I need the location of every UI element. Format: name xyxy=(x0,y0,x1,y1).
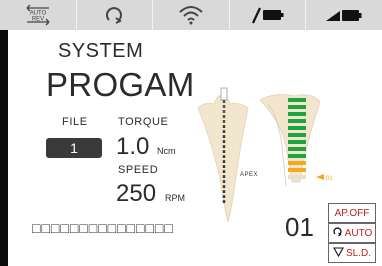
torque-unit: Ncm xyxy=(157,146,176,156)
file-number: 01 xyxy=(285,212,314,242)
top-toolbar: AUTO REV xyxy=(0,0,382,30)
apex-bar xyxy=(288,147,306,151)
apex-bar xyxy=(288,105,306,109)
apex-bar xyxy=(288,98,306,102)
screen-edge xyxy=(0,30,8,266)
triangle-down-icon xyxy=(333,246,344,260)
rotate-icon xyxy=(106,7,123,24)
auto-reverse-icon: AUTO REV xyxy=(26,4,50,26)
handpiece-battery-icon xyxy=(326,10,362,21)
torque-value[interactable]: 1.0 xyxy=(116,133,149,161)
status-message: □□□□□□□□□□□□□□□ xyxy=(32,220,174,236)
file-battery-icon xyxy=(251,7,284,24)
apex-marker-label: 01 xyxy=(326,176,333,182)
speed-value[interactable]: 250 xyxy=(116,180,156,208)
auto-button[interactable]: AUTO xyxy=(328,223,376,243)
file-selector[interactable]: 1 xyxy=(46,138,102,158)
torque-label: TORQUE xyxy=(118,116,169,128)
file-label: FILE xyxy=(62,116,88,128)
apex-bar xyxy=(288,161,306,165)
rotate-icon xyxy=(332,226,343,240)
wifi-button[interactable] xyxy=(153,0,230,30)
wifi-icon xyxy=(179,6,203,25)
mode-panel: AP.OFF AUTO SL.D. xyxy=(328,203,376,265)
apex-label: APEX xyxy=(240,172,258,178)
apex-bar xyxy=(288,154,306,158)
speed-label: SPEED xyxy=(118,164,159,176)
rotation-button[interactable] xyxy=(76,0,154,30)
apex-bar xyxy=(288,133,306,137)
apex-marker-arrow xyxy=(316,174,324,180)
ap-off-label: AP.OFF xyxy=(334,207,370,219)
apex-bar xyxy=(288,119,306,123)
program-name: PROGAM xyxy=(46,66,195,103)
svg-text:REV: REV xyxy=(32,17,44,23)
sld-label: SL.D. xyxy=(345,247,371,259)
apex-locator-graphic: APEX 01 xyxy=(197,87,333,223)
system-label: SYSTEM xyxy=(58,40,144,62)
apex-bar xyxy=(288,126,306,130)
file-handle xyxy=(220,87,228,101)
apex-bar xyxy=(288,140,306,144)
file-battery-button[interactable] xyxy=(229,0,307,30)
handpiece-battery-button[interactable] xyxy=(306,0,382,30)
tooth-root-left xyxy=(197,95,249,223)
auto-rev-button[interactable]: AUTO REV xyxy=(0,0,77,30)
speed-unit: RPM xyxy=(165,193,185,203)
apex-bar xyxy=(288,175,306,179)
sld-button[interactable]: SL.D. xyxy=(328,243,376,263)
ap-off-button[interactable]: AP.OFF xyxy=(328,203,376,223)
endomotor-screen: AUTO REV SYSTEM PROGAM FILE TORQUE 1 1.0… xyxy=(0,0,382,266)
apex-bar xyxy=(288,168,306,172)
apex-bar xyxy=(288,112,306,116)
auto-label: AUTO xyxy=(344,227,373,239)
